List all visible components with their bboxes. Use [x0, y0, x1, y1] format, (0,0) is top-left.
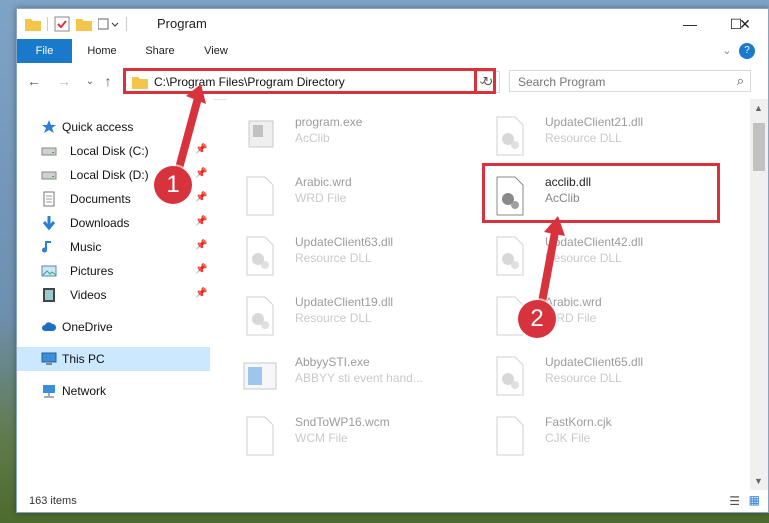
step-2-badge: 2	[518, 300, 556, 338]
arrow-2-head	[544, 216, 565, 236]
step-1-badge: 1	[154, 166, 192, 204]
annotation-arrows	[174, 84, 565, 306]
arrow-1	[174, 94, 202, 176]
arrow-2	[538, 228, 559, 306]
